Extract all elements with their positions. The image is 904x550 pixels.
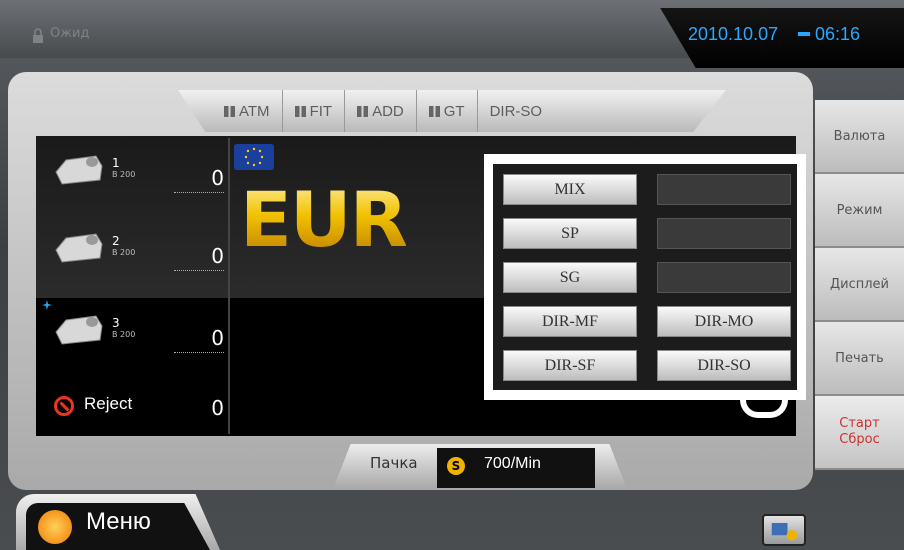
pocket-row[interactable]: 3 B 200 0 bbox=[40, 300, 230, 366]
reject-label: Reject bbox=[84, 394, 133, 413]
grid-icon bbox=[294, 105, 306, 117]
tab-add[interactable]: ADD bbox=[345, 90, 417, 132]
lock-icon bbox=[33, 28, 43, 43]
mode-sp-button[interactable]: SP bbox=[503, 218, 637, 249]
pocket-caption: B 200 bbox=[112, 330, 136, 339]
pocket-caption: B 200 bbox=[112, 170, 136, 179]
mode-disabled-button bbox=[657, 218, 791, 249]
pocket-number: 2 bbox=[112, 234, 120, 248]
tab-label: ADD bbox=[372, 102, 404, 120]
mode-disabled-button bbox=[657, 262, 791, 293]
grid-icon bbox=[357, 105, 369, 117]
tab-fit[interactable]: FIT bbox=[283, 90, 346, 132]
pocket-count: 0 bbox=[211, 326, 224, 350]
count-underline bbox=[174, 192, 224, 193]
currency-code: EUR bbox=[240, 175, 408, 264]
reject-pocket-row[interactable]: Reject 0 bbox=[40, 384, 230, 432]
print-button[interactable]: Печать bbox=[815, 322, 904, 396]
pocket-icon bbox=[55, 315, 103, 345]
start-reset-button[interactable]: Старт Сброс bbox=[815, 396, 904, 470]
pocket-count: 0 bbox=[211, 244, 224, 268]
display-button[interactable]: Дисплей bbox=[815, 248, 904, 322]
tab-label: GT bbox=[443, 102, 465, 120]
mode-disabled-button bbox=[657, 174, 791, 205]
menu-label: Меню bbox=[86, 508, 151, 535]
mode-mix-button[interactable]: MIX bbox=[503, 174, 637, 205]
mode-dir-mf-button[interactable]: DIR-MF bbox=[503, 306, 637, 337]
tab-atm[interactable]: ATM bbox=[212, 90, 283, 132]
pocket-number: 1 bbox=[112, 156, 120, 170]
date-display: 2010.10.07 bbox=[688, 24, 779, 44]
pocket-row[interactable]: 1 B 200 0 bbox=[40, 140, 230, 206]
prohibited-icon bbox=[54, 396, 74, 416]
mode-sg-button[interactable]: SG bbox=[503, 262, 637, 293]
status-text: Ожид bbox=[50, 26, 90, 41]
mode-dir-mo-button[interactable]: DIR-MO bbox=[657, 306, 791, 337]
pocket-icon bbox=[55, 155, 103, 185]
speed-icon: S bbox=[447, 457, 465, 475]
count-underline bbox=[174, 270, 224, 271]
pocket-caption: B 200 bbox=[112, 248, 136, 257]
tab-gt[interactable]: GT bbox=[417, 90, 478, 132]
mode-dir-sf-button[interactable]: DIR-SF bbox=[503, 350, 637, 381]
function-tabs: ATM FIT ADD GT DIR-SO bbox=[178, 90, 726, 132]
pocket-count: 0 bbox=[211, 166, 224, 190]
speed-value: 700/Min bbox=[484, 455, 541, 472]
pocket-row[interactable]: 2 B 200 0 bbox=[40, 218, 230, 284]
bundle-label[interactable]: Пачка bbox=[370, 454, 418, 472]
grid-icon bbox=[224, 105, 235, 117]
time-display: 06:16 bbox=[815, 24, 861, 44]
currency-button[interactable]: Валюта bbox=[815, 100, 904, 174]
settings-icon[interactable] bbox=[762, 514, 806, 546]
date-time-separator bbox=[798, 32, 810, 36]
tab-dir-so[interactable]: DIR-SO bbox=[478, 90, 555, 132]
pocket-number: 3 bbox=[112, 316, 120, 330]
tab-label: FIT bbox=[309, 102, 333, 120]
pocket-icon bbox=[55, 233, 103, 263]
menu-icon bbox=[38, 510, 72, 544]
pocket-divider bbox=[228, 138, 230, 434]
tab-label: ATM bbox=[239, 102, 270, 120]
mode-dir-so-button[interactable]: DIR-SO bbox=[657, 350, 791, 381]
tab-label: DIR-SO bbox=[489, 102, 543, 120]
grid-icon bbox=[428, 105, 440, 117]
eu-flag-icon bbox=[234, 144, 274, 170]
active-star-icon bbox=[42, 300, 52, 310]
reject-count: 0 bbox=[211, 396, 224, 420]
mode-button[interactable]: Режим bbox=[815, 174, 904, 248]
count-underline bbox=[174, 352, 224, 353]
